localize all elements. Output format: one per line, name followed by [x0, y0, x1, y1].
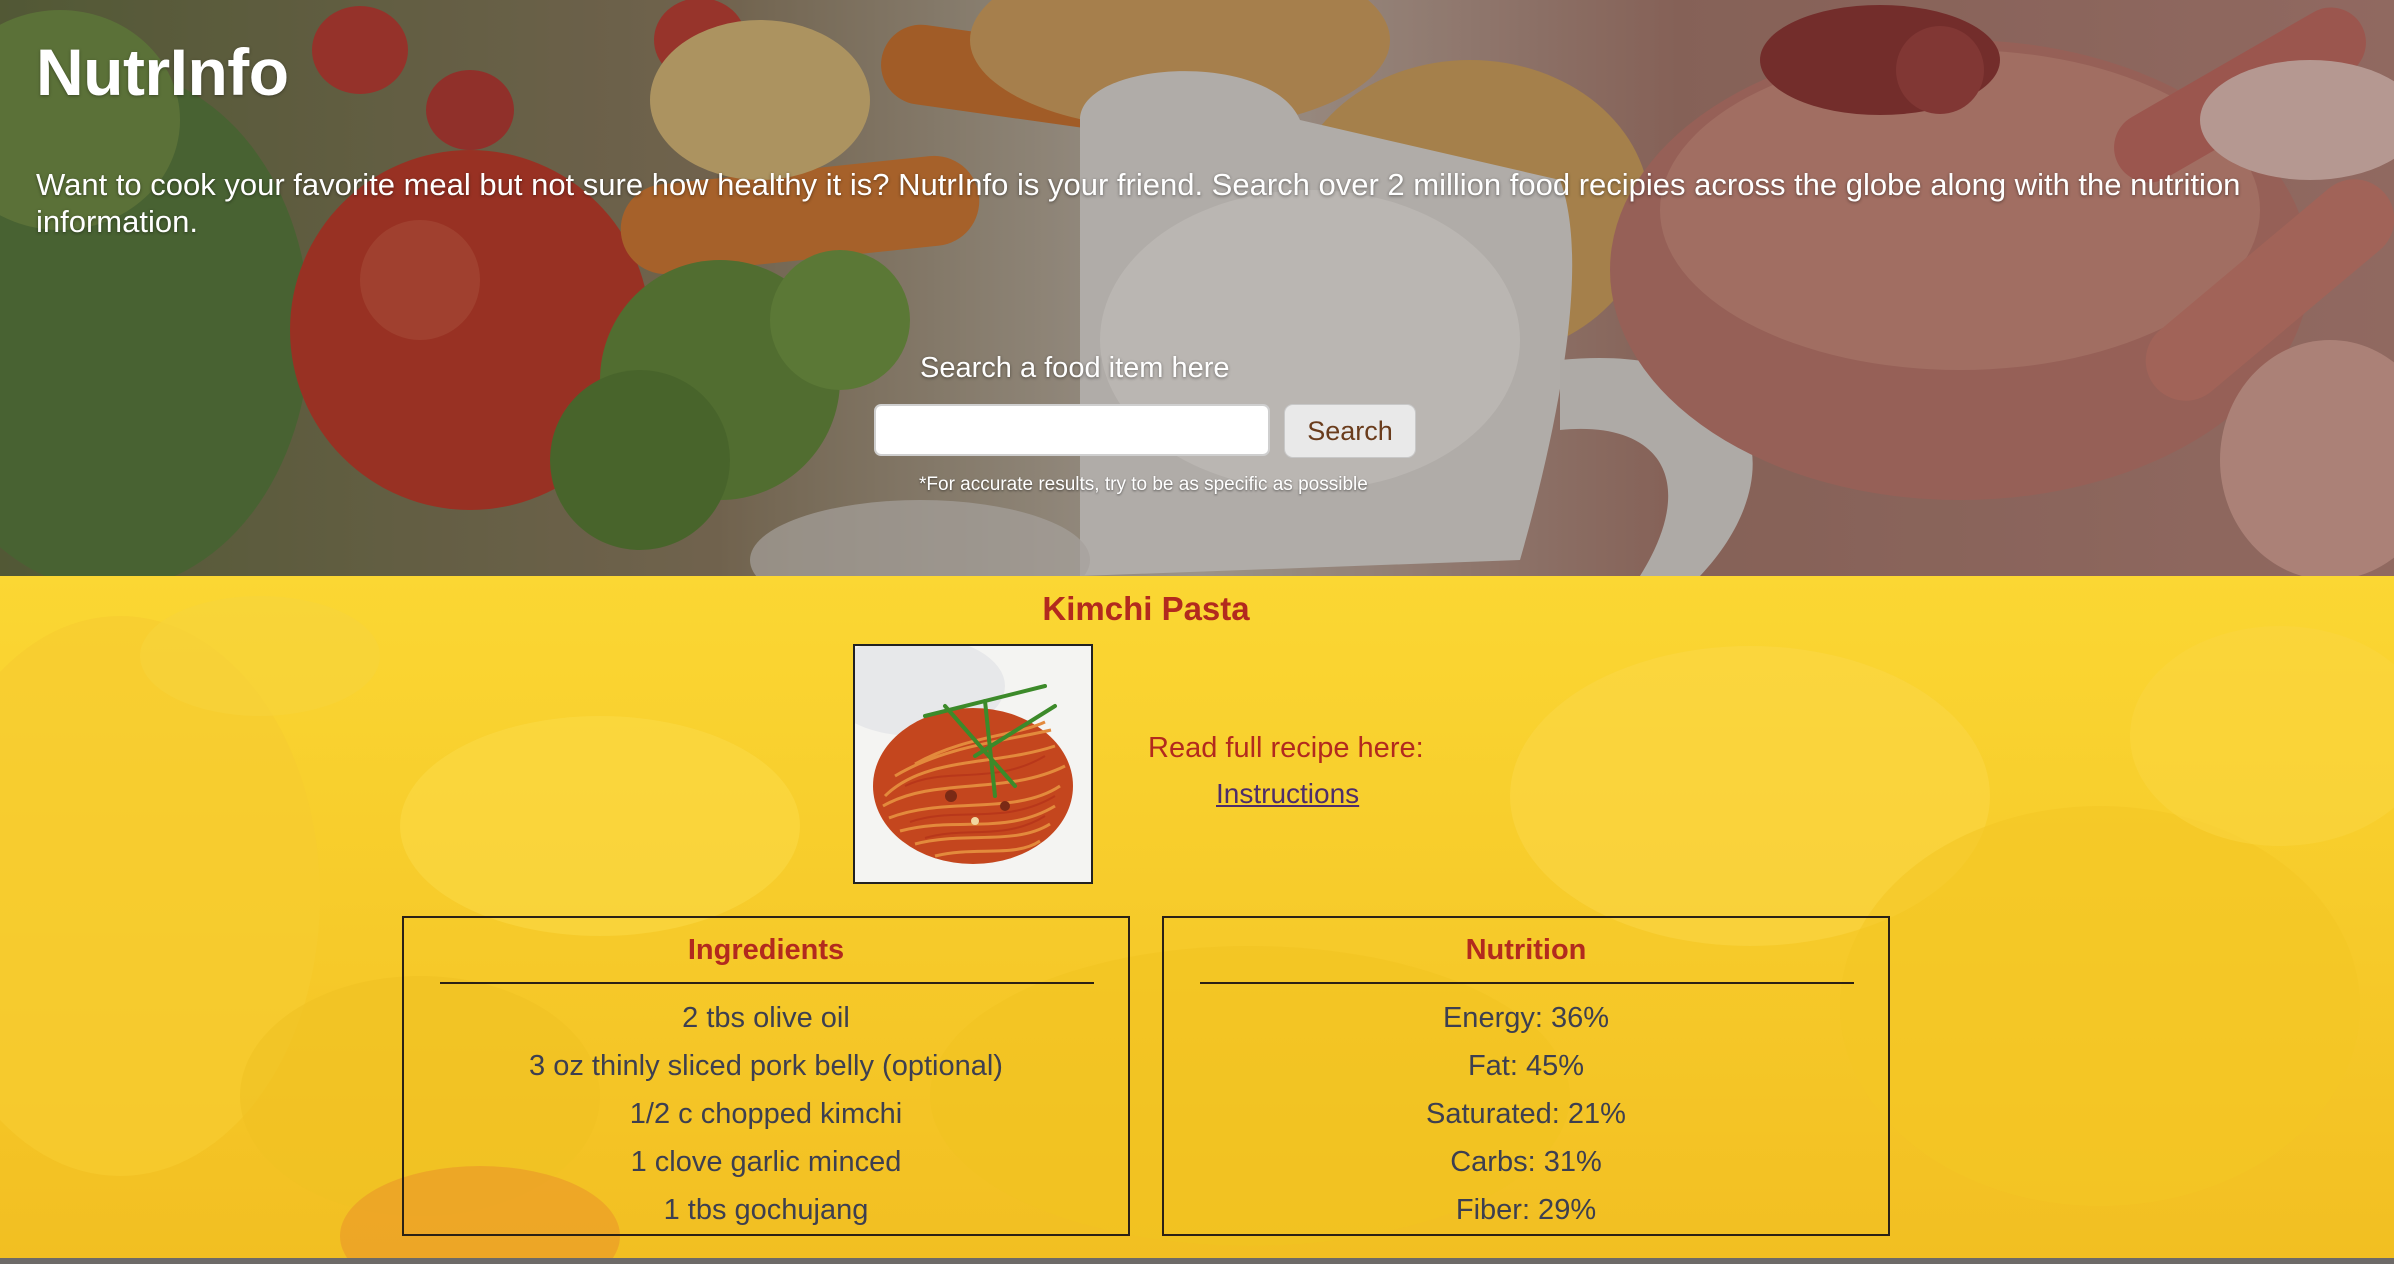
ingredients-divider — [440, 982, 1094, 984]
footer-strip — [0, 1258, 2394, 1264]
ingredients-list: 2 tbs olive oil 3 oz thinly sliced pork … — [404, 994, 1128, 1234]
recipe-image — [853, 644, 1093, 884]
recipe-result-section: Kimchi Pasta Read full recipe here: Inst… — [0, 576, 2394, 1258]
nutrition-item: Fiber: 29% — [1455, 1194, 1597, 1226]
ingredient-item: 1 clove garlic minced — [630, 1146, 902, 1178]
ingredient-item: 1/2 c chopped kimchi — [629, 1098, 903, 1130]
recipe-title: Kimchi Pasta — [1042, 590, 1250, 627]
nutrition-panel: Nutrition Energy: 36% Fat: 45% Saturated… — [1162, 916, 1890, 1236]
read-full-recipe-label: Read full recipe here: — [1148, 732, 1424, 764]
search-button[interactable]: Search — [1284, 404, 1416, 458]
site-tagline: Want to cook your favorite meal but not … — [36, 167, 2241, 239]
nutrition-list: Energy: 36% Fat: 45% Saturated: 21% Carb… — [1164, 994, 1888, 1234]
nutrition-item: Carbs: 31% — [1450, 1146, 1602, 1178]
ingredient-item: 2 tbs olive oil — [682, 1002, 850, 1034]
nutrition-item: Energy: 36% — [1442, 1002, 1610, 1034]
search-input[interactable] — [874, 404, 1270, 456]
ingredients-panel: Ingredients 2 tbs olive oil 3 oz thinly … — [402, 916, 1130, 1236]
site-title: NutrInfo — [36, 35, 289, 109]
search-label: Search a food item here — [920, 352, 1230, 384]
hero-banner: NutrInfo Want to cook your favorite meal… — [0, 0, 2394, 576]
search-hint: *For accurate results, try to be as spec… — [919, 474, 1368, 495]
ingredients-heading: Ingredients — [687, 934, 845, 966]
ingredient-item: 3 oz thinly sliced pork belly (optional) — [529, 1050, 1003, 1082]
nutrition-heading: Nutrition — [1465, 934, 1587, 966]
nutrition-divider — [1200, 982, 1854, 984]
nutrition-item: Fat: 45% — [1467, 1050, 1585, 1082]
ingredient-item: 1 tbs gochujang — [663, 1194, 869, 1226]
instructions-link[interactable]: Instructions — [1216, 778, 1359, 810]
nutrition-item: Saturated: 21% — [1426, 1098, 1626, 1130]
pasta-dish-image — [855, 646, 1091, 882]
